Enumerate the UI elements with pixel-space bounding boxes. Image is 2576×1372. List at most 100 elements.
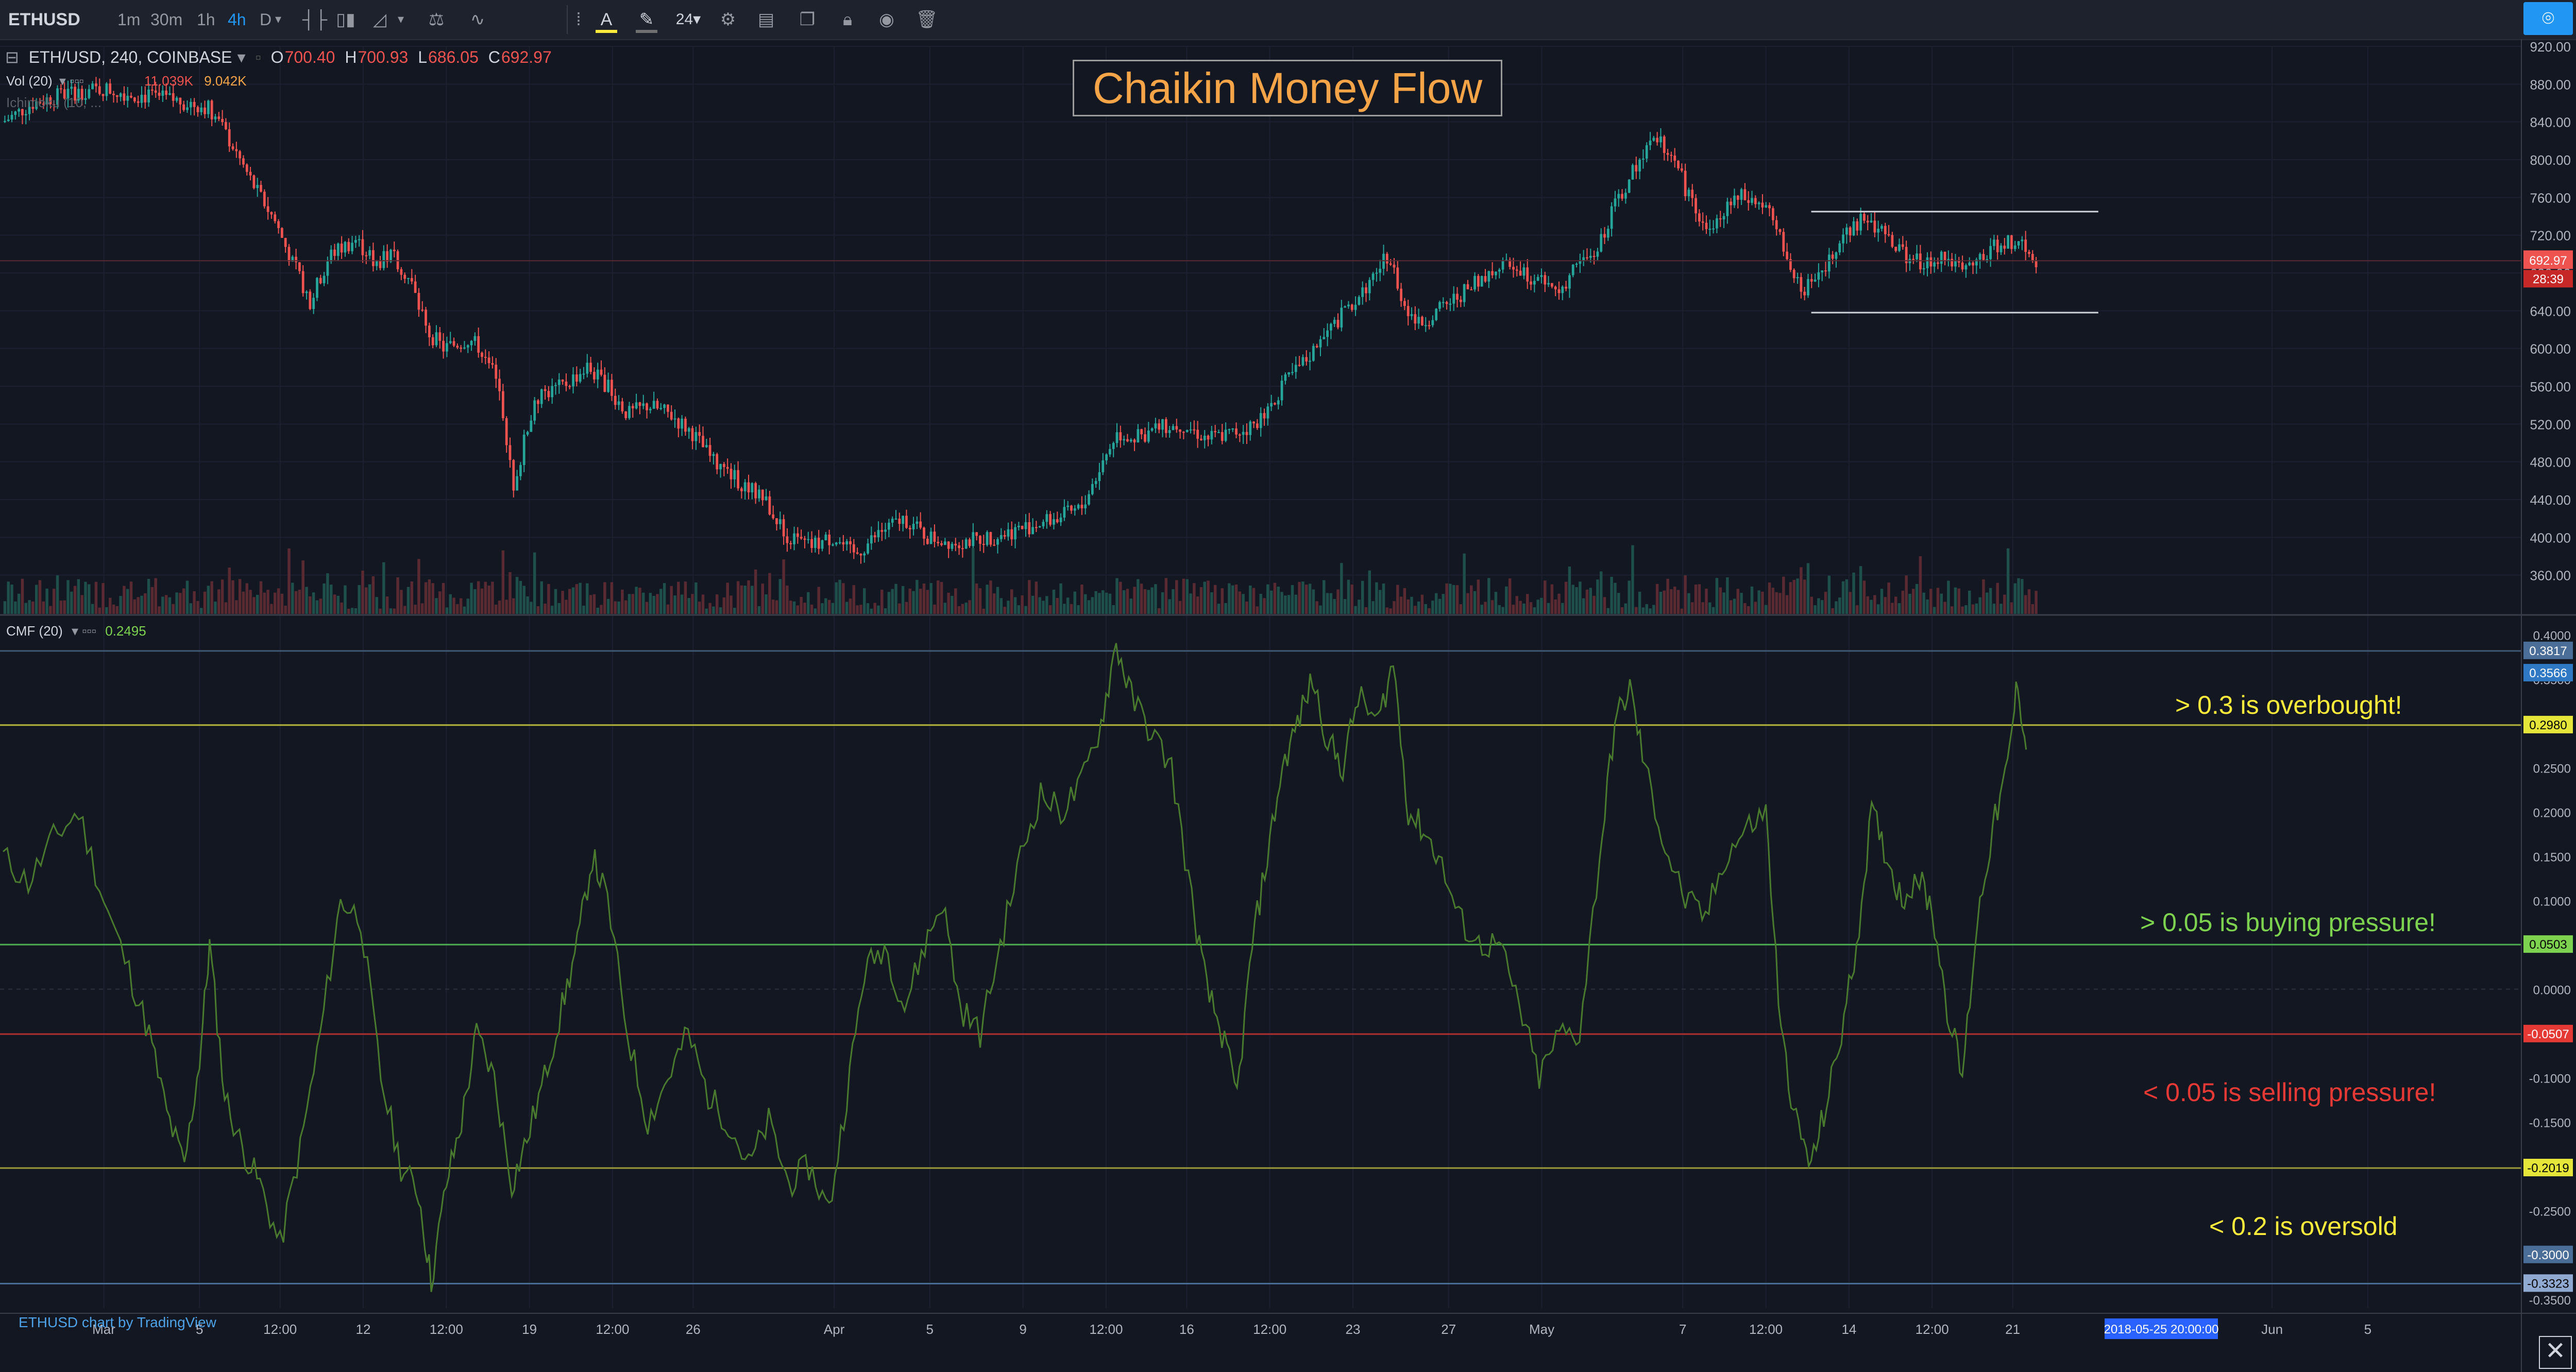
annotation-overbought[interactable]: > 0.3 is overbought! — [2175, 690, 2402, 720]
candle-body — [1045, 514, 1048, 522]
candle-body — [877, 530, 880, 538]
volume-bar — [1382, 583, 1385, 614]
volume-bar — [1585, 589, 1589, 614]
annotation-buying-pressure[interactable]: > 0.05 is buying pressure! — [2140, 907, 2436, 937]
candle-body — [1592, 255, 1596, 257]
volume-bar — [1824, 592, 1827, 614]
volume-bar — [554, 589, 557, 614]
text-color-icon[interactable]: A — [590, 4, 622, 35]
close-icon[interactable]: ✕ — [2539, 1336, 2572, 1369]
time-tick-label: 12:00 — [596, 1322, 629, 1337]
candle-body — [716, 454, 719, 470]
candle-body — [667, 404, 669, 412]
legend-pair[interactable]: ETH/USD, 240, COINBASE — [29, 48, 232, 66]
candle-body — [115, 95, 118, 97]
interval-30m[interactable]: 30m — [150, 4, 182, 35]
candle-body — [1336, 320, 1340, 328]
layers-icon[interactable]: ▤ — [750, 4, 782, 35]
symbol-search[interactable]: ETHUSD — [8, 4, 80, 35]
interval-1h[interactable]: 1h — [197, 4, 215, 35]
candle-body — [733, 470, 736, 479]
volume-bar — [1021, 595, 1024, 614]
candle-body — [400, 269, 403, 275]
lock-icon[interactable]: 🔒︎ — [832, 4, 863, 35]
interval-dropdown-icon[interactable]: ▾ — [268, 4, 289, 35]
volume-label[interactable]: Vol (20) — [6, 73, 53, 89]
candle-body — [1943, 251, 1946, 262]
volume-bar — [986, 585, 989, 614]
volume-bar — [53, 589, 56, 614]
candle-body — [1393, 264, 1396, 268]
candle-body — [656, 401, 659, 409]
volume-bar — [1694, 584, 1698, 614]
area-style-icon[interactable]: ◿ — [364, 4, 396, 35]
candles-style-icon[interactable]: ▯▮ — [330, 4, 362, 35]
annotation-oversold[interactable]: < 0.2 is oversold — [2209, 1211, 2397, 1241]
candle-body — [600, 369, 603, 375]
annotation-selling-pressure[interactable]: < 0.05 is selling pressure! — [2143, 1077, 2436, 1107]
candle-body — [1115, 432, 1118, 443]
candle-body — [880, 530, 884, 532]
cmf-pane — [0, 643, 2521, 1292]
volume-bar — [943, 603, 947, 614]
volume-bar — [1884, 597, 1887, 614]
volume-bar — [705, 608, 708, 614]
cmf-value-badge-text: 0.0503 — [2529, 938, 2567, 952]
font-size-select[interactable]: 24▾ — [668, 4, 709, 35]
volume-bar — [596, 607, 599, 614]
cmf-value-badge-text: -0.2019 — [2527, 1161, 2569, 1175]
candle-body — [1066, 505, 1070, 507]
compare-icon[interactable]: ⚖ — [420, 4, 452, 35]
settings-icon[interactable]: ⚙ — [712, 4, 744, 35]
volume-bar — [266, 590, 269, 614]
clone-icon[interactable]: ❐ — [791, 4, 823, 35]
cmf-label[interactable]: CMF (20) — [6, 623, 63, 639]
cmf-controls-icon[interactable]: ▾ ▫▫▫ — [72, 623, 96, 639]
chart-title[interactable]: Chaikin Money Flow — [1073, 60, 1502, 116]
candle-body — [1999, 245, 2003, 252]
volume-bar — [1708, 602, 1711, 614]
volume-bar — [1789, 582, 1792, 614]
indicators-icon[interactable]: ∿ — [462, 4, 494, 35]
volume-bar — [1028, 580, 1031, 614]
candle-body — [1228, 429, 1231, 431]
candle-body — [182, 104, 185, 110]
ichimoku-legend[interactable]: Ichimoku (10, ... — [6, 95, 101, 111]
bars-style-icon[interactable]: ┤├ — [299, 4, 331, 35]
volume-bar — [831, 603, 835, 614]
candle-body — [652, 401, 655, 409]
volume-bar — [919, 589, 922, 614]
tradingview-attribution[interactable]: ETHUSD chart by TradingView — [19, 1314, 216, 1331]
line-tool-icon[interactable]: ✎ — [631, 4, 663, 35]
candle-body — [1551, 283, 1553, 287]
volume-bar — [98, 607, 101, 614]
candle-body — [1466, 284, 1469, 289]
time-tick-label: 12:00 — [1253, 1322, 1286, 1337]
legend-dropdown-icon[interactable]: ▾ — [237, 48, 245, 66]
chart-style-dropdown-icon[interactable]: ▾ — [392, 4, 410, 35]
candle-body — [1666, 153, 1669, 155]
volume-bar — [84, 581, 87, 614]
interval-4h[interactable]: 4h — [228, 4, 246, 35]
candle-body — [1385, 253, 1388, 264]
camera-snapshot-icon[interactable]: ⌾ — [2523, 2, 2573, 35]
time-tick-label: 12:00 — [1089, 1322, 1123, 1337]
legend-collapse-icon[interactable]: ⊟ — [5, 48, 19, 66]
candle-body — [333, 249, 336, 256]
volume-bar — [193, 591, 196, 614]
volume-bar — [319, 598, 322, 614]
visibility-eye-icon[interactable]: ◉ — [871, 4, 903, 35]
volume-bar — [628, 594, 631, 614]
candle-body — [200, 107, 203, 112]
candle-body — [603, 374, 606, 392]
volume-bar — [154, 578, 157, 614]
interval-1m[interactable]: 1m — [117, 4, 140, 35]
drag-handle-icon[interactable]: ⁞ — [571, 4, 586, 35]
candle-body — [1242, 432, 1245, 435]
candle-body — [694, 432, 698, 441]
volume-bar — [185, 580, 189, 614]
time-tick-label: 23 — [1346, 1322, 1361, 1337]
volume-controls-icon[interactable]: ▾ ▫▫▫ — [59, 73, 84, 89]
trash-icon[interactable]: 🗑︎ — [911, 4, 943, 35]
candle-body — [235, 149, 238, 151]
